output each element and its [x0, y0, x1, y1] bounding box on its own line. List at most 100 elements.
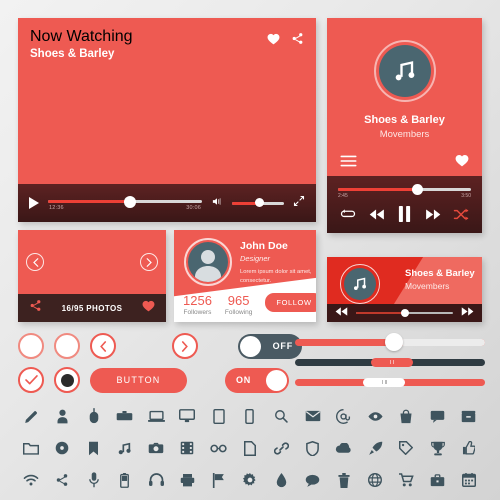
flag-icon[interactable] [206, 467, 232, 493]
heart-icon[interactable] [267, 32, 280, 50]
share-icon[interactable] [291, 32, 304, 50]
gallery-photo-area[interactable] [18, 230, 166, 294]
rocket-icon[interactable] [362, 435, 388, 461]
cloud-icon[interactable] [331, 435, 357, 461]
eye-icon[interactable] [362, 403, 388, 429]
next-arrow-button[interactable] [172, 333, 198, 359]
rewind-icon[interactable] [335, 304, 349, 322]
primary-button[interactable]: BUTTON [90, 367, 187, 393]
speech-bubble-icon[interactable] [300, 467, 326, 493]
forward-icon[interactable] [424, 208, 441, 226]
calendar-icon[interactable] [456, 467, 482, 493]
microphone-icon[interactable] [81, 467, 107, 493]
link-icon[interactable] [268, 435, 294, 461]
radio-unchecked[interactable] [54, 333, 80, 359]
volume-slider[interactable] [232, 196, 284, 210]
shield-icon[interactable] [300, 435, 326, 461]
at-sign-icon[interactable] [331, 403, 357, 429]
search-icon[interactable] [268, 403, 294, 429]
laptop-icon[interactable] [143, 403, 169, 429]
share-icon[interactable] [29, 299, 42, 317]
sliders-group [295, 332, 485, 392]
printer-icon[interactable] [174, 467, 200, 493]
progress-knob[interactable] [123, 195, 136, 208]
mouse-icon[interactable] [81, 403, 107, 429]
glasses-icon[interactable] [206, 435, 232, 461]
mini-progress-slider[interactable] [356, 308, 453, 318]
tablet-icon[interactable] [206, 403, 232, 429]
video-preview-area[interactable]: Now Watching Shoes & Barley [18, 18, 316, 184]
thumbs-up-icon[interactable] [456, 435, 482, 461]
fullscreen-icon[interactable] [293, 194, 305, 212]
music-note-icon[interactable] [112, 435, 138, 461]
camera-icon[interactable] [143, 435, 169, 461]
music-player-card: Shoes & Barley Movembers 2:45 3:50 [327, 18, 482, 233]
repeat-icon[interactable] [340, 208, 356, 226]
hamburger-menu-icon[interactable] [340, 154, 357, 172]
shuffle-icon[interactable] [453, 208, 469, 226]
monitor-icon[interactable] [174, 403, 200, 429]
music-progress-slider[interactable]: 2:45 3:50 [338, 184, 471, 199]
play-icon[interactable] [29, 197, 39, 209]
video-title: Shoes & Barley [30, 48, 115, 60]
headphones-icon[interactable] [143, 467, 169, 493]
music-controls-bar: 2:45 3:50 [327, 176, 482, 233]
user-icon[interactable] [49, 403, 75, 429]
forward-icon[interactable] [460, 304, 474, 322]
checkbox-checked[interactable] [18, 367, 44, 393]
checkbox-unchecked[interactable] [18, 333, 44, 359]
trash-icon[interactable] [331, 467, 357, 493]
pause-icon[interactable] [398, 206, 411, 227]
pencil-icon[interactable] [18, 403, 44, 429]
briefcase-icon[interactable] [425, 467, 451, 493]
cart-icon[interactable] [393, 467, 419, 493]
phone-icon[interactable] [237, 403, 263, 429]
slider-dark-pill[interactable] [295, 352, 485, 372]
slider-red-pill[interactable] [295, 372, 485, 392]
mini-album-art-ring [340, 264, 380, 304]
tag-icon[interactable] [393, 435, 419, 461]
album-art-ring [373, 40, 436, 102]
chevron-right-icon[interactable] [140, 253, 158, 271]
follow-button[interactable]: FOLLOW [265, 293, 316, 312]
volume-knob[interactable] [254, 198, 264, 207]
envelope-icon[interactable] [300, 403, 326, 429]
trophy-icon[interactable] [425, 435, 451, 461]
drop-icon[interactable] [268, 467, 294, 493]
toggle-switch-off[interactable]: OFF [238, 333, 302, 359]
chevron-left-icon[interactable] [26, 253, 44, 271]
chat-icon[interactable] [425, 403, 451, 429]
gear-icon[interactable] [237, 467, 263, 493]
music-meta-row [327, 150, 482, 176]
file-icon[interactable] [237, 435, 263, 461]
radio-checked[interactable] [54, 367, 80, 393]
slider-knob[interactable] [384, 333, 403, 351]
film-icon[interactable] [174, 435, 200, 461]
rewind-icon[interactable] [369, 208, 386, 226]
progress-fill [338, 188, 418, 191]
gallery-count-label: 16/95 PHOTOS [61, 303, 123, 313]
progress-knob[interactable] [412, 184, 424, 195]
prev-arrow-button[interactable] [90, 333, 116, 359]
disc-icon[interactable] [49, 435, 75, 461]
music-artist: Movembers [379, 129, 430, 140]
keyboard-icon[interactable] [112, 403, 138, 429]
volume-icon[interactable] [211, 194, 223, 212]
slider-knob[interactable] [371, 357, 413, 367]
video-action-group [267, 32, 304, 50]
slider-knob[interactable] [363, 377, 406, 387]
heart-icon[interactable] [142, 299, 155, 317]
battery-icon[interactable] [112, 467, 138, 493]
video-progress-slider[interactable]: 12:36 30:06 [48, 195, 202, 211]
bag-icon[interactable] [393, 403, 419, 429]
heart-icon[interactable] [455, 154, 469, 172]
wifi-icon[interactable] [18, 467, 44, 493]
slider-round-knob[interactable] [295, 332, 485, 352]
archive-icon[interactable] [456, 403, 482, 429]
bookmark-icon[interactable] [81, 435, 107, 461]
toggle-switch-on[interactable]: ON [225, 367, 289, 393]
share-icon[interactable] [49, 467, 75, 493]
progress-knob[interactable] [400, 309, 409, 317]
folder-icon[interactable] [18, 435, 44, 461]
globe-icon[interactable] [362, 467, 388, 493]
